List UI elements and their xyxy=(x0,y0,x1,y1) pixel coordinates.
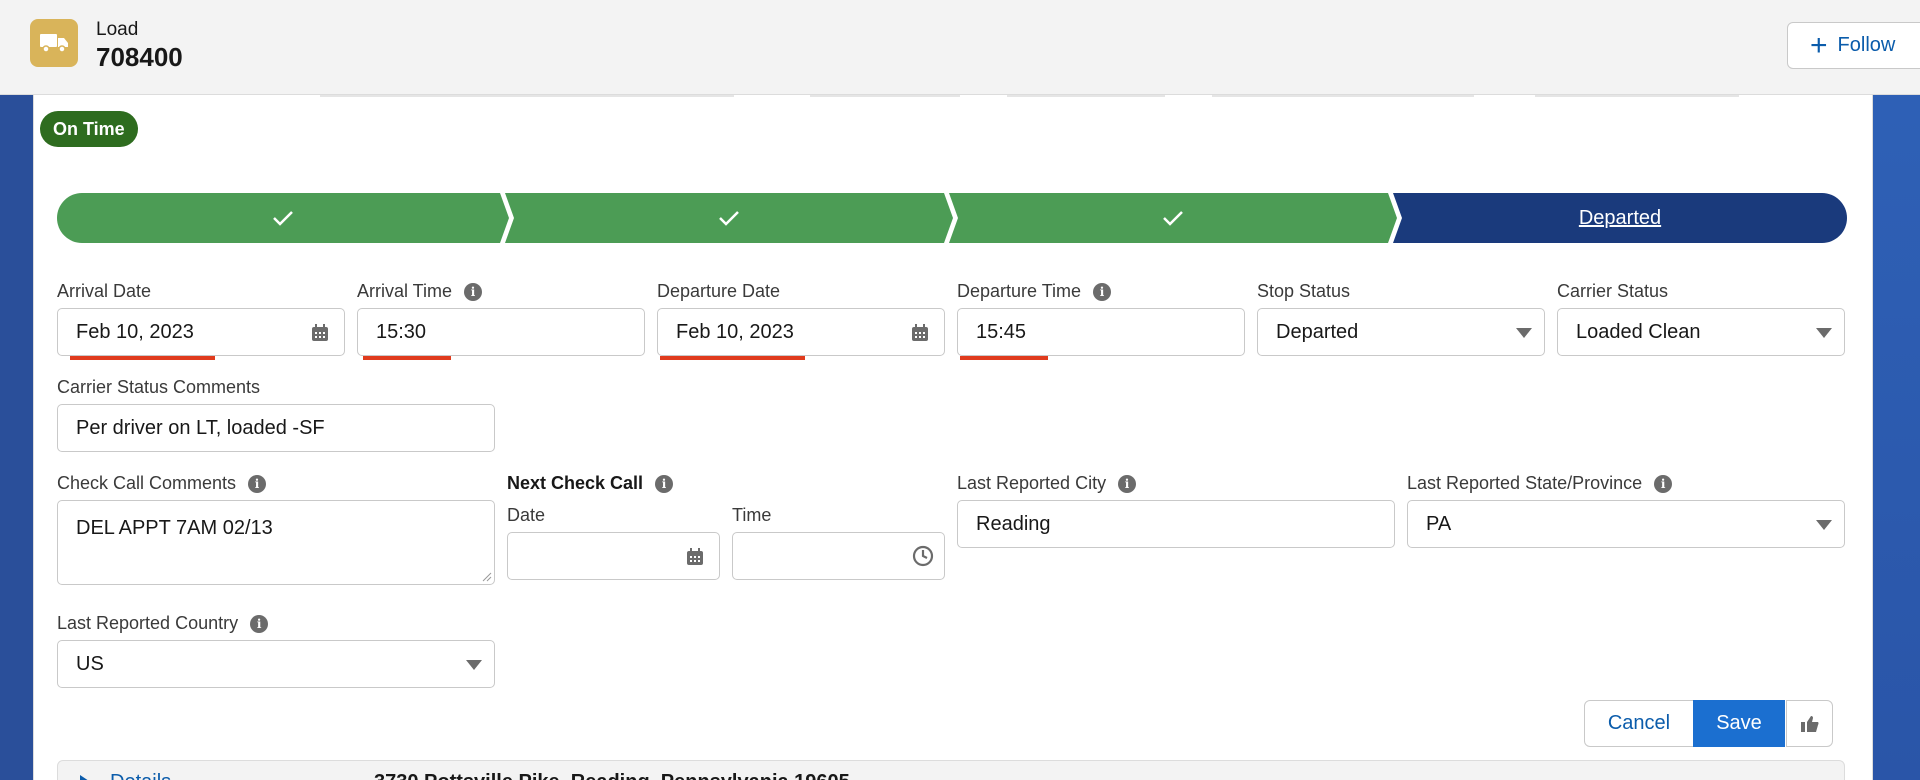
carrier-status-label-text: Carrier Status xyxy=(1557,281,1669,301)
stop-status-select[interactable]: Departed xyxy=(1257,308,1545,356)
thumbs-up-icon xyxy=(1800,715,1818,732)
departure-time-label-text: Departure Time xyxy=(957,281,1082,301)
carrier-status-comments-value: Per driver on LT, loaded -SF xyxy=(76,416,325,439)
details-address: 3730 Pottsville Pike, Reading, Pennsylva… xyxy=(374,771,850,780)
path-stage-3[interactable] xyxy=(949,193,1397,243)
carrier-status-comments-label-text: Carrier Status Comments xyxy=(57,377,261,397)
next-check-call-time-label: Time xyxy=(732,505,771,526)
path-stage-2[interactable] xyxy=(505,193,953,243)
departure-date-label-text: Departure Date xyxy=(657,281,781,301)
cancel-button[interactable]: Cancel xyxy=(1584,700,1694,747)
departure-date-input[interactable]: Feb 10, 2023 xyxy=(657,308,945,356)
check-call-comments-label-text: Check Call Comments xyxy=(57,473,237,493)
details-label: Details xyxy=(110,771,171,780)
date-label-text: Date xyxy=(507,505,546,525)
next-check-call-time-input[interactable] xyxy=(732,532,945,580)
truck-icon xyxy=(30,19,78,67)
info-icon[interactable]: i xyxy=(248,474,267,493)
arrival-date-input[interactable]: Feb 10, 2023 xyxy=(57,308,345,356)
chevron-down-icon xyxy=(466,660,482,670)
object-type-label: Load xyxy=(96,19,139,40)
chevron-down-icon xyxy=(1816,520,1832,530)
info-icon[interactable]: i xyxy=(655,474,674,493)
save-button[interactable]: Save xyxy=(1693,700,1785,747)
plus-icon: + xyxy=(1810,28,1828,62)
last-reported-state-value: PA xyxy=(1426,512,1452,535)
last-reported-state-select[interactable]: PA xyxy=(1407,500,1845,548)
time-label-text: Time xyxy=(732,505,772,525)
check-call-comments-textarea[interactable]: DEL APPT 7AM 02/13 xyxy=(57,500,495,585)
last-reported-city-input[interactable]: Reading xyxy=(957,500,1395,548)
arrival-time-value: 15:30 xyxy=(376,320,427,343)
arrival-time-label-text: Arrival Time xyxy=(357,281,453,301)
departure-date-value: Feb 10, 2023 xyxy=(676,320,794,343)
last-reported-city-value: Reading xyxy=(976,512,1051,535)
last-reported-city-label-text: Last Reported City xyxy=(957,473,1107,493)
check-icon xyxy=(719,211,739,226)
last-reported-country-label-text: Last Reported Country xyxy=(57,613,239,633)
check-call-comments-value: DEL APPT 7AM 02/13 xyxy=(76,517,273,539)
validation-underline xyxy=(660,356,805,360)
departure-time-input[interactable]: 15:45 xyxy=(957,308,1245,356)
current-stage-label: Departed xyxy=(1578,206,1662,229)
carrier-status-comments-label: Carrier Status Comments xyxy=(57,377,260,398)
info-icon[interactable]: i xyxy=(464,282,483,301)
check-icon xyxy=(1163,211,1183,226)
record-header: Load 708400 + Follow xyxy=(0,0,1920,95)
arrival-date-value: Feb 10, 2023 xyxy=(76,320,194,343)
follow-label: Follow xyxy=(1837,34,1896,56)
carrier-status-value: Loaded Clean xyxy=(1576,320,1701,343)
tab-strip-remnant xyxy=(0,95,1920,99)
last-reported-state-label-text: Last Reported State/Province xyxy=(1407,473,1643,493)
next-check-call-date-label: Date xyxy=(507,505,545,526)
arrival-time-input[interactable]: 15:30 xyxy=(357,308,645,356)
last-reported-state-label: Last Reported State/Province i xyxy=(1407,473,1673,494)
departure-time-value: 15:45 xyxy=(976,320,1027,343)
calendar-icon[interactable] xyxy=(910,323,930,343)
departure-time-label: Departure Time i xyxy=(957,281,1112,302)
last-reported-country-label: Last Reported Country i xyxy=(57,613,269,634)
next-check-call-label: Next Check Call i xyxy=(507,473,674,494)
clock-icon[interactable] xyxy=(912,545,934,567)
record-name: 708400 xyxy=(96,42,183,72)
stop-status-label: Stop Status xyxy=(1257,281,1350,302)
info-icon[interactable]: i xyxy=(1118,474,1137,493)
status-badge: On Time xyxy=(40,111,138,147)
path-stage-current[interactable]: Departed xyxy=(1393,193,1847,243)
next-check-call-label-text: Next Check Call xyxy=(507,473,644,493)
resize-handle-icon[interactable] xyxy=(482,572,492,582)
like-button[interactable] xyxy=(1786,700,1833,747)
next-check-call-date-input[interactable] xyxy=(507,532,720,580)
background-panel xyxy=(1870,0,1920,780)
last-reported-country-value: US xyxy=(76,652,104,675)
check-icon xyxy=(273,211,293,226)
path-stage-1[interactable] xyxy=(57,193,509,243)
follow-button[interactable]: + Follow xyxy=(1787,22,1920,69)
last-reported-country-select[interactable]: US xyxy=(57,640,495,688)
calendar-icon[interactable] xyxy=(310,323,330,343)
validation-underline xyxy=(70,356,215,360)
arrival-date-label: Arrival Date xyxy=(57,281,151,302)
check-call-comments-label: Check Call Comments i xyxy=(57,473,267,494)
arrival-date-label-text: Arrival Date xyxy=(57,281,152,301)
validation-underline xyxy=(960,356,1048,360)
chevron-down-icon xyxy=(1516,328,1532,338)
validation-underline xyxy=(363,356,451,360)
carrier-status-label: Carrier Status xyxy=(1557,281,1668,302)
stop-status-value: Departed xyxy=(1276,320,1359,343)
info-icon[interactable]: i xyxy=(250,614,269,633)
arrival-time-label: Arrival Time i xyxy=(357,281,483,302)
chevron-right-icon xyxy=(80,775,89,780)
departure-date-label: Departure Date xyxy=(657,281,780,302)
info-icon[interactable]: i xyxy=(1093,282,1112,301)
carrier-status-select[interactable]: Loaded Clean xyxy=(1557,308,1845,356)
stop-status-label-text: Stop Status xyxy=(1257,281,1351,301)
carrier-status-comments-input[interactable]: Per driver on LT, loaded -SF xyxy=(57,404,495,452)
stage-path: Departed xyxy=(57,193,1847,243)
details-section-header[interactable]: Details 3730 Pottsville Pike, Reading, P… xyxy=(57,760,1845,780)
info-icon[interactable]: i xyxy=(1654,474,1673,493)
calendar-icon[interactable] xyxy=(685,547,705,567)
chevron-down-icon xyxy=(1816,328,1832,338)
last-reported-city-label: Last Reported City i xyxy=(957,473,1137,494)
